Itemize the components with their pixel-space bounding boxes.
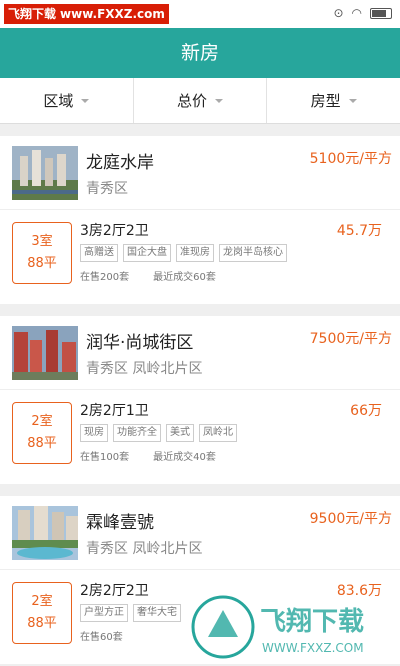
tag-list: 现房 功能齐全 美式 凤岭北	[80, 424, 237, 442]
layout-name: 3房2厅2卫	[80, 223, 149, 239]
tag: 奢华大宅	[133, 604, 181, 622]
tag: 龙岗半岛核心	[219, 244, 287, 262]
wifi-icon: ◠	[351, 6, 362, 20]
filter-total-price[interactable]: 总价	[134, 78, 268, 123]
filter-label: 总价	[177, 92, 208, 110]
listing-unit-price: 7500元/平方	[309, 331, 392, 347]
listing-unit-price: 5100元/平方	[309, 151, 392, 167]
tag: 国企大盘	[123, 244, 171, 262]
listing-layout-row[interactable]: 3室 88平 3房2厅2卫 45.7万 高赠送 国企大盘 准现房 龙岗半岛核心 …	[0, 210, 400, 304]
room-area: 88平	[27, 256, 57, 271]
alarm-icon: ⊙	[333, 6, 344, 20]
recent-deals: 最近成交40套	[153, 452, 216, 463]
tag: 功能齐全	[113, 424, 161, 442]
tag-list: 高赠送 国企大盘 准现房 龙岗半岛核心	[80, 244, 287, 262]
filter-room-type[interactable]: 房型	[267, 78, 400, 123]
filter-label: 房型	[310, 92, 341, 110]
chevron-down-icon	[348, 98, 357, 103]
tag: 高赠送	[80, 244, 118, 262]
tag: 美式	[166, 424, 194, 442]
filter-district[interactable]: 区域	[0, 78, 134, 123]
chevron-down-icon	[215, 98, 224, 103]
room-count: 2室	[31, 414, 53, 429]
room-area: 88平	[27, 436, 57, 451]
watermark-site: www.FXXZ.com	[60, 7, 165, 21]
sales-stats: 在售200套 最近成交60套	[80, 268, 216, 283]
listing-thumbnail	[12, 146, 78, 200]
room-size-badge: 2室 88平	[12, 582, 72, 644]
room-count: 2室	[31, 594, 53, 609]
total-price: 45.7万	[336, 223, 382, 239]
listing-card[interactable]: 润华·尚城街区 青秀区 凤岭北片区 7500元/平方 2室 88平 2房2厅1卫…	[0, 316, 400, 484]
layout-name: 2房2厅2卫	[80, 583, 149, 599]
tag: 户型方正	[80, 604, 128, 622]
on-sale-count: 在售60套	[80, 632, 123, 643]
status-bar: 飞翔下载 www.FXXZ.com ⊙ ◠	[0, 0, 400, 28]
listing-header[interactable]: 龙庭水岸 青秀区 5100元/平方	[0, 136, 400, 210]
recent-deals: 最近成交60套	[153, 272, 216, 283]
total-price: 66万	[350, 403, 382, 419]
room-size-badge: 3室 88平	[12, 222, 72, 284]
tag: 凤岭北	[199, 424, 237, 442]
listing-name: 龙庭水岸	[86, 153, 154, 173]
listing-area: 青秀区 凤岭北片区	[86, 541, 203, 557]
room-size-badge: 2室 88平	[12, 402, 72, 464]
listing-thumbnail	[12, 326, 78, 380]
listing-area: 青秀区 凤岭北片区	[86, 361, 203, 377]
listing-card[interactable]: 龙庭水岸 青秀区 5100元/平方 3室 88平 3房2厅2卫 45.7万 高赠…	[0, 136, 400, 304]
listing-header[interactable]: 霖峰壹號 青秀区 凤岭北片区 9500元/平方	[0, 496, 400, 570]
watermark-badge: 飞翔下载 www.FXXZ.com	[4, 4, 169, 24]
listing-area: 青秀区	[86, 181, 128, 197]
tag: 准现房	[176, 244, 214, 262]
chevron-down-icon	[81, 98, 90, 103]
sales-stats: 在售100套 最近成交40套	[80, 448, 216, 463]
sales-stats: 在售60套	[80, 628, 123, 643]
listing-unit-price: 9500元/平方	[309, 511, 392, 527]
room-count: 3室	[31, 234, 53, 249]
status-icons: ⊙ ◠	[333, 6, 392, 20]
room-area: 88平	[27, 616, 57, 631]
tag-list: 户型方正 奢华大宅	[80, 604, 181, 622]
on-sale-count: 在售100套	[80, 452, 130, 463]
listing-thumbnail	[12, 506, 78, 560]
battery-icon	[370, 8, 392, 19]
listing-name: 润华·尚城街区	[86, 333, 194, 353]
listing-header[interactable]: 润华·尚城街区 青秀区 凤岭北片区 7500元/平方	[0, 316, 400, 390]
tag: 现房	[80, 424, 108, 442]
brand-watermark: 飞翔下载 WWW.FXXZ.COM	[188, 592, 394, 662]
on-sale-count: 在售200套	[80, 272, 130, 283]
filter-bar: 区域 总价 房型	[0, 78, 400, 124]
listing-name: 霖峰壹號	[86, 513, 154, 533]
watermark-text: 飞翔下载	[8, 7, 57, 21]
listing-layout-row[interactable]: 2室 88平 2房2厅1卫 66万 现房 功能齐全 美式 凤岭北 在售100套 …	[0, 390, 400, 484]
filter-label: 区域	[43, 92, 74, 110]
brand-watermark-cn: 飞翔下载	[260, 607, 364, 637]
layout-name: 2房2厅1卫	[80, 403, 149, 419]
brand-watermark-site: WWW.FXXZ.COM	[262, 641, 364, 655]
page-title: 新房	[0, 28, 400, 78]
